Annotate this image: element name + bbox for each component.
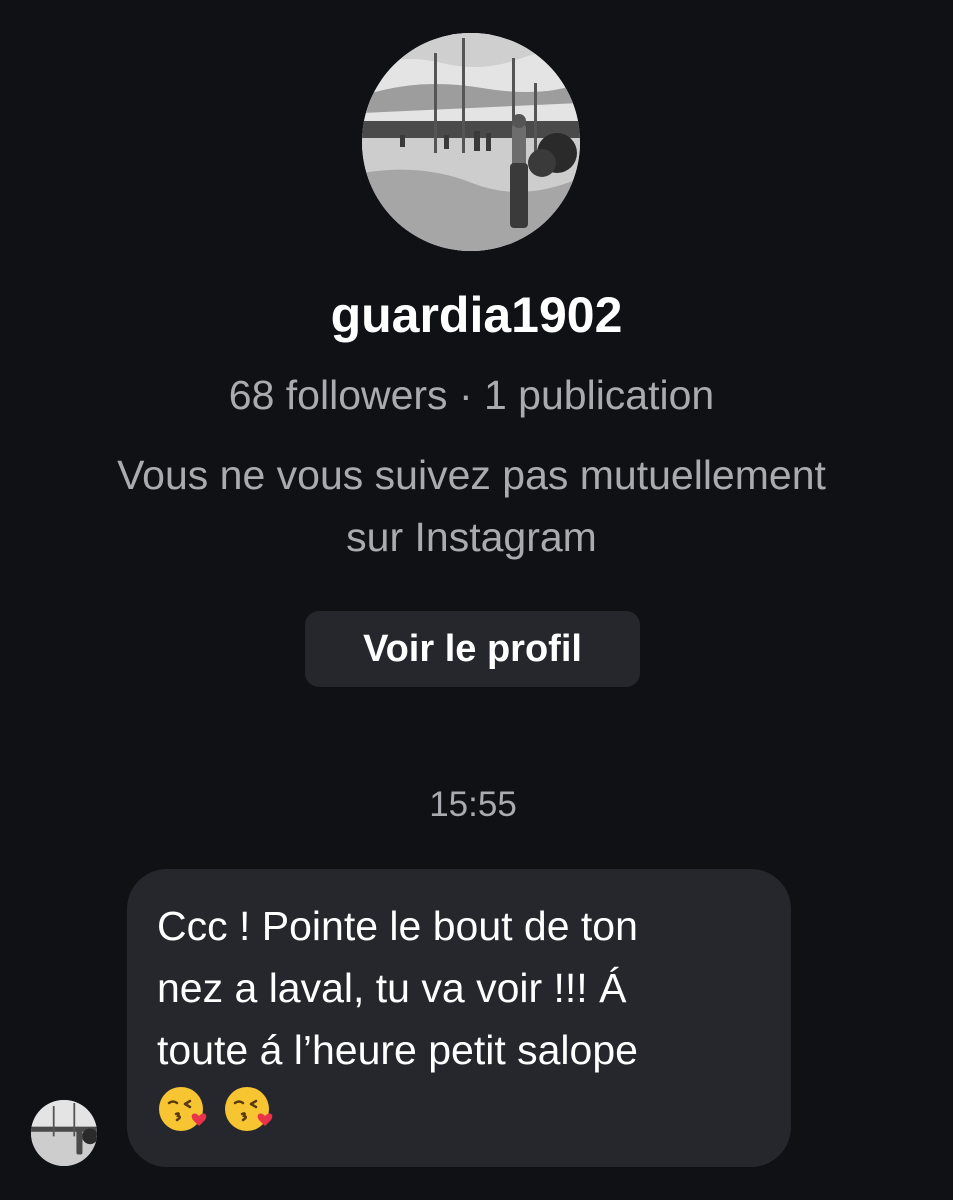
profile-stats: 68 followers · 1 publication: [228, 372, 715, 418]
sender-avatar[interactable]: [31, 1100, 97, 1166]
profile-username: guardia1902: [330, 287, 623, 343]
message-row: Ccc ! Pointe le bout de ton nez a laval,…: [0, 860, 953, 1180]
message-emojis: [157, 1083, 761, 1135]
sender-photo: [31, 1100, 97, 1166]
mutual-follow-notice: Vous ne vous suivez pas mutuellement sur…: [20, 444, 923, 568]
kissing-heart-emoji-icon: [159, 1087, 207, 1131]
profile-header: guardia1902 68 followers · 1 publication…: [0, 0, 953, 700]
view-profile-button[interactable]: Voir le profil: [305, 611, 640, 687]
mutual-follow-line-1: Vous ne vous suivez pas mutuellement: [117, 452, 826, 498]
profile-avatar[interactable]: [362, 33, 580, 251]
profile-photo: [362, 33, 580, 251]
message-text: Ccc ! Pointe le bout de ton nez a laval,…: [157, 903, 638, 1073]
mutual-follow-line-2: sur Instagram: [346, 514, 597, 560]
message-bubble[interactable]: Ccc ! Pointe le bout de ton nez a laval,…: [127, 869, 791, 1167]
message-timestamp: 15:55: [429, 785, 517, 824]
kissing-heart-emoji-icon: [225, 1087, 273, 1131]
